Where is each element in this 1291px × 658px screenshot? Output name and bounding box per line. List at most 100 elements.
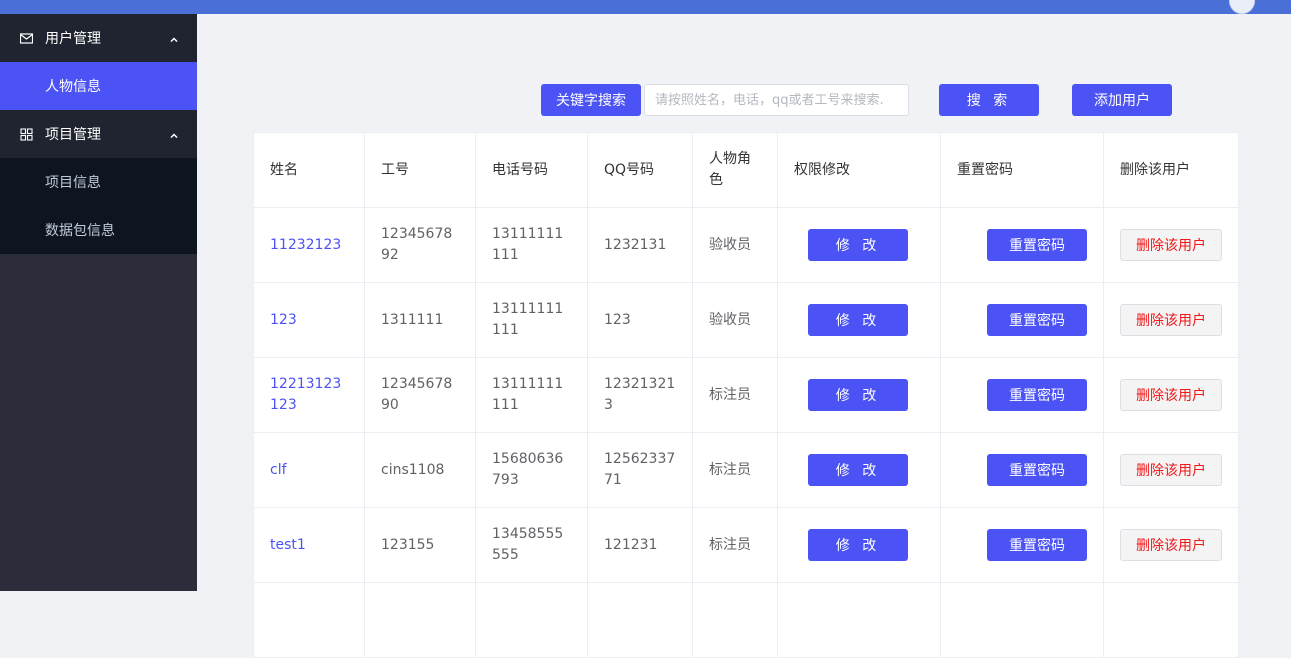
cell-delete: 删除该用户 xyxy=(1103,207,1239,283)
column-header-name: 姓名 xyxy=(253,132,365,208)
search-bar: 关键字搜索 搜 索 添加用户 xyxy=(541,84,1172,116)
cell-role: 标注员 xyxy=(692,507,778,583)
cell-id: 1234567892 xyxy=(364,207,476,283)
reset-password-button[interactable]: 重置密码 xyxy=(987,304,1087,336)
reset-password-button[interactable]: 重置密码 xyxy=(987,529,1087,561)
keyword-search-button[interactable]: 关键字搜索 xyxy=(541,84,641,116)
sidebar-group-label: 用户管理 xyxy=(45,31,101,47)
sidebar: 用户管理 人物信息 项目管理 项目信息 数据包信息 xyxy=(0,14,197,591)
cell-empty xyxy=(777,582,941,658)
top-bar xyxy=(0,0,1291,14)
sidebar-group-project-management[interactable]: 项目管理 xyxy=(0,110,197,158)
cell-qq: 123213213 xyxy=(587,357,693,433)
cell-phone: 15680636793 xyxy=(475,432,588,508)
mail-icon xyxy=(20,32,33,45)
cell-delete: 删除该用户 xyxy=(1103,282,1239,358)
cell-name[interactable]: clf xyxy=(253,432,365,508)
cell-id: 123155 xyxy=(364,507,476,583)
column-header-permission: 权限修改 xyxy=(777,132,941,208)
column-header-reset-password: 重置密码 xyxy=(940,132,1104,208)
edit-button[interactable]: 修 改 xyxy=(808,454,908,486)
sidebar-group-user-management[interactable]: 用户管理 xyxy=(0,14,197,62)
delete-user-button[interactable]: 删除该用户 xyxy=(1120,229,1222,261)
cell-phone: 13111111111 xyxy=(475,282,588,358)
avatar[interactable] xyxy=(1229,0,1255,14)
sidebar-item-label: 数据包信息 xyxy=(45,223,115,239)
cell-permission: 修 改 xyxy=(777,207,941,283)
table-row: 12213123123 1234567890 13111111111 12321… xyxy=(253,357,1239,433)
cell-qq: 1232131 xyxy=(587,207,693,283)
cell-id: cins1108 xyxy=(364,432,476,508)
edit-button[interactable]: 修 改 xyxy=(808,529,908,561)
cell-delete: 删除该用户 xyxy=(1103,432,1239,508)
cell-empty xyxy=(253,582,365,658)
user-table: 姓名 工号 电话号码 QQ号码 人物角色 权限修改 重置密码 删除该用户 112… xyxy=(253,132,1239,658)
cell-permission: 修 改 xyxy=(777,432,941,508)
cell-reset: 重置密码 xyxy=(940,207,1104,283)
table-row xyxy=(253,582,1239,658)
cell-name[interactable]: 12213123123 xyxy=(253,357,365,433)
edit-button[interactable]: 修 改 xyxy=(808,379,908,411)
cell-qq: 123 xyxy=(587,282,693,358)
table-row: test1 123155 13458555555 121231 标注员 修 改 … xyxy=(253,507,1239,583)
cell-role: 标注员 xyxy=(692,432,778,508)
cell-phone: 13111111111 xyxy=(475,357,588,433)
edit-button[interactable]: 修 改 xyxy=(808,304,908,336)
cell-qq: 121231 xyxy=(587,507,693,583)
cell-empty xyxy=(940,582,1104,658)
delete-user-button[interactable]: 删除该用户 xyxy=(1120,304,1222,336)
edit-button[interactable]: 修 改 xyxy=(808,229,908,261)
cell-empty xyxy=(587,582,693,658)
sidebar-item-label: 人物信息 xyxy=(45,79,101,95)
reset-password-button[interactable]: 重置密码 xyxy=(987,454,1087,486)
cell-role: 验收员 xyxy=(692,207,778,283)
cell-empty xyxy=(475,582,588,658)
cell-permission: 修 改 xyxy=(777,507,941,583)
delete-user-button[interactable]: 删除该用户 xyxy=(1120,529,1222,561)
column-header-id: 工号 xyxy=(364,132,476,208)
cell-name[interactable]: test1 xyxy=(253,507,365,583)
sidebar-item-datapack-info[interactable]: 数据包信息 xyxy=(0,206,197,254)
column-header-delete: 删除该用户 xyxy=(1103,132,1239,208)
chevron-up-icon xyxy=(169,33,179,43)
cell-name[interactable]: 123 xyxy=(253,282,365,358)
delete-user-button[interactable]: 删除该用户 xyxy=(1120,379,1222,411)
main-content: 关键字搜索 搜 索 添加用户 姓名 工号 电话号码 QQ号码 xyxy=(197,14,1291,658)
delete-user-button[interactable]: 删除该用户 xyxy=(1120,454,1222,486)
table-row: 123 1311111 13111111111 123 验收员 修 改 重置密码… xyxy=(253,282,1239,358)
cell-id: 1311111 xyxy=(364,282,476,358)
cell-name[interactable]: 11232123 xyxy=(253,207,365,283)
table-header-row: 姓名 工号 电话号码 QQ号码 人物角色 权限修改 重置密码 删除该用户 xyxy=(253,132,1239,208)
cell-delete: 删除该用户 xyxy=(1103,507,1239,583)
cell-phone: 13111111111 xyxy=(475,207,588,283)
column-header-phone: 电话号码 xyxy=(475,132,588,208)
cell-reset: 重置密码 xyxy=(940,507,1104,583)
sidebar-group-label: 项目管理 xyxy=(45,127,101,143)
cell-reset: 重置密码 xyxy=(940,357,1104,433)
sidebar-item-person-info[interactable]: 人物信息 xyxy=(0,62,197,110)
cell-empty xyxy=(1103,582,1239,658)
reset-password-button[interactable]: 重置密码 xyxy=(987,379,1087,411)
cell-role: 标注员 xyxy=(692,357,778,433)
cell-id: 1234567890 xyxy=(364,357,476,433)
cell-qq: 1256233771 xyxy=(587,432,693,508)
sidebar-item-label: 项目信息 xyxy=(45,175,101,191)
cell-empty xyxy=(692,582,778,658)
cell-permission: 修 改 xyxy=(777,282,941,358)
column-header-role: 人物角色 xyxy=(692,132,778,208)
search-button[interactable]: 搜 索 xyxy=(939,84,1039,116)
cell-permission: 修 改 xyxy=(777,357,941,433)
cell-phone: 13458555555 xyxy=(475,507,588,583)
table-row: clf cins1108 15680636793 1256233771 标注员 … xyxy=(253,432,1239,508)
cell-delete: 删除该用户 xyxy=(1103,357,1239,433)
cell-empty xyxy=(364,582,476,658)
add-user-button[interactable]: 添加用户 xyxy=(1072,84,1172,116)
cell-reset: 重置密码 xyxy=(940,432,1104,508)
sidebar-item-project-info[interactable]: 项目信息 xyxy=(0,158,197,206)
search-input[interactable] xyxy=(644,84,909,116)
column-header-qq: QQ号码 xyxy=(587,132,693,208)
cell-reset: 重置密码 xyxy=(940,282,1104,358)
grid-icon xyxy=(20,127,33,141)
table-row: 11232123 1234567892 13111111111 1232131 … xyxy=(253,207,1239,283)
reset-password-button[interactable]: 重置密码 xyxy=(987,229,1087,261)
